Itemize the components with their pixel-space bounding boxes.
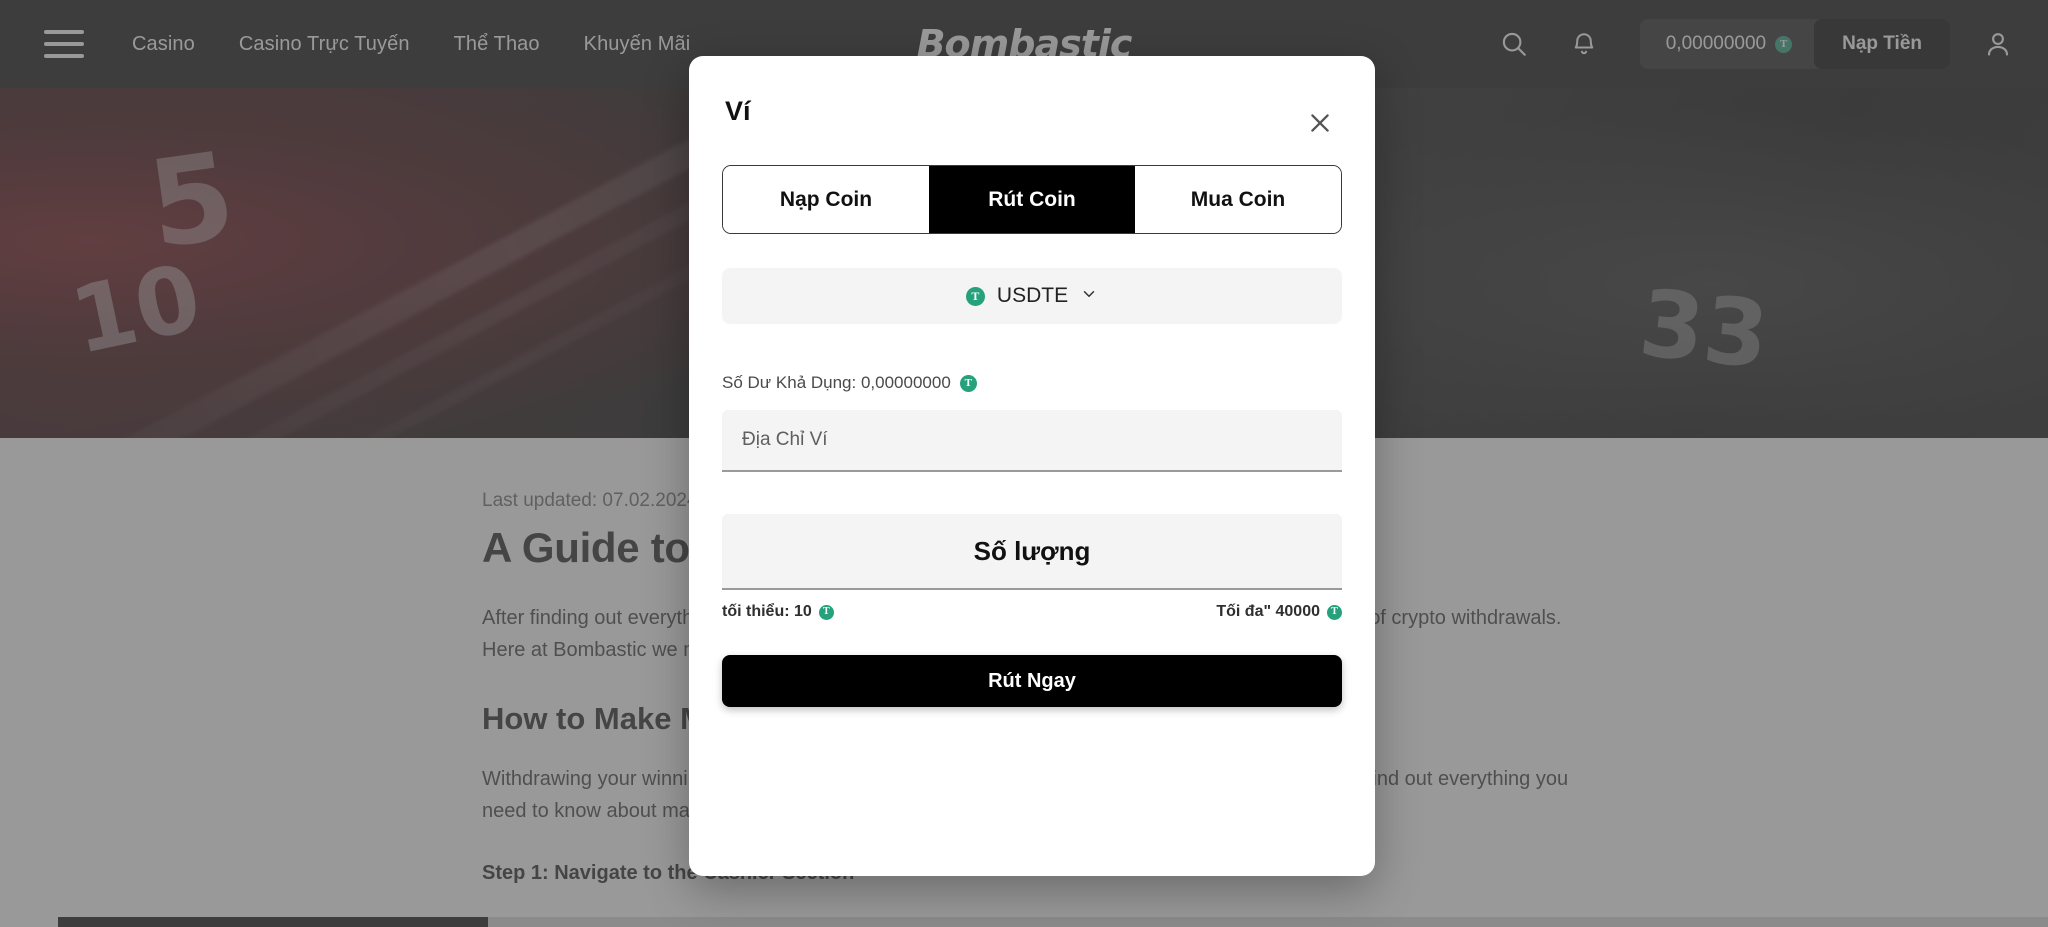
tab-buy-coin[interactable]: Mua Coin (1135, 166, 1341, 233)
available-balance: Số Dư Khả Dụng: 0,00000000 T (722, 373, 1342, 393)
currency-select-label: USDTE (996, 284, 1069, 307)
usdt-token-icon: T (959, 374, 977, 392)
tab-withdraw-coin[interactable]: Rút Coin (929, 166, 1135, 233)
close-icon[interactable] (1305, 108, 1335, 138)
usdt-token-icon: T (818, 604, 834, 620)
max-limit-label: Tối đa" 40000 (1216, 603, 1320, 620)
available-balance-label: Số Dư Khả Dụng: 0,00000000 (722, 373, 951, 392)
tab-deposit-coin[interactable]: Nạp Coin (723, 166, 929, 233)
wallet-modal: Ví Nạp Coin Rút Coin Mua Coin T USDTE Số… (689, 56, 1375, 876)
wallet-address-field[interactable] (722, 410, 1342, 472)
modal-title: Ví (725, 96, 751, 126)
withdraw-now-button[interactable]: Rút Ngay (722, 655, 1342, 707)
amount-field[interactable] (722, 514, 1342, 590)
usdt-token-icon: T (1327, 604, 1342, 620)
currency-select[interactable]: T USDTE (722, 268, 1342, 324)
usdt-token-icon: T (965, 286, 985, 306)
amount-limits: tối thiểu: 10 T Tối đa" 40000 T (722, 603, 1342, 621)
amount-input[interactable] (742, 514, 1322, 588)
max-limit: Tối đa" 40000 T (1216, 603, 1342, 621)
page-root: Casino Casino Trực Tuyến Thể Thao Khuyến… (0, 0, 2048, 927)
chevron-down-icon (1080, 285, 1098, 308)
min-limit: tối thiểu: 10 T (722, 603, 834, 621)
wallet-tabs: Nạp Coin Rút Coin Mua Coin (722, 165, 1342, 234)
min-limit-label: tối thiểu: 10 (722, 603, 812, 620)
wallet-address-input[interactable] (742, 410, 1322, 470)
